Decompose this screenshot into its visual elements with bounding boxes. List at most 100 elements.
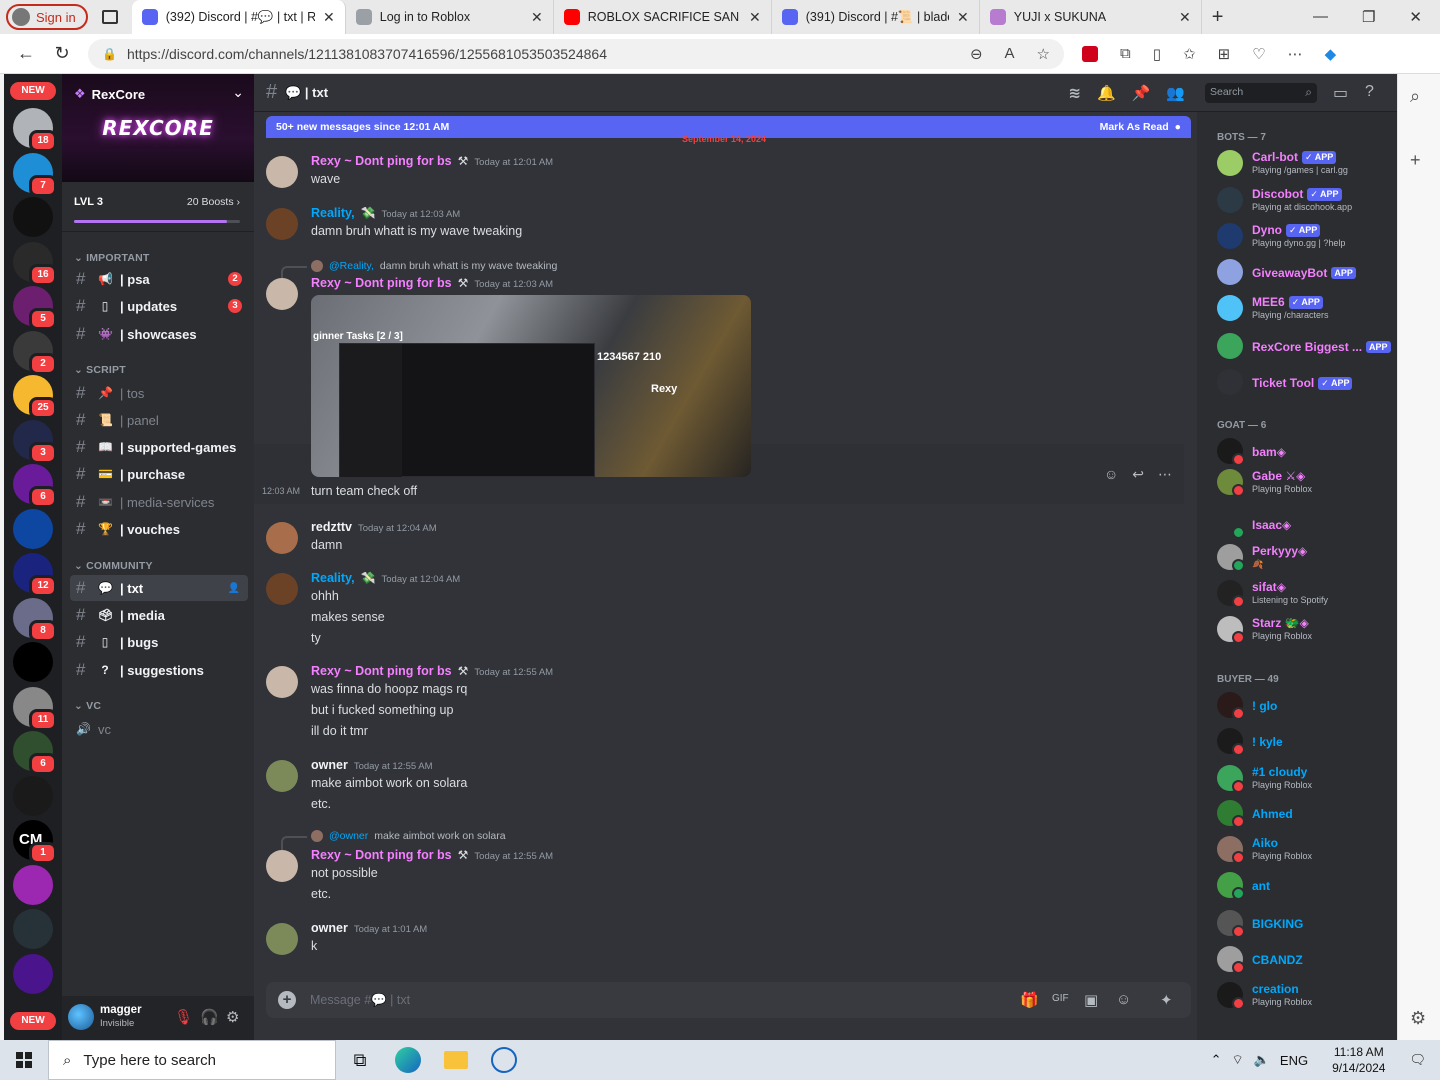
new-unreads-pill-bottom[interactable]: NEW [10,1012,56,1030]
member-item[interactable]: ant [1217,868,1397,904]
channel-purchase[interactable]: # 💳 | purchase [70,461,248,487]
user-avatar[interactable] [266,573,298,605]
server-icon[interactable] [13,197,53,237]
sign-in-button[interactable]: Sign in [6,4,88,30]
member-list-icon[interactable]: 👥 [1166,84,1185,102]
channel-vc[interactable]: 🔊 vc [70,716,248,742]
image-attachment[interactable]: ginner Tasks [2 / 3] 1234567 210 Rexy [311,295,751,477]
user-avatar[interactable] [266,156,298,188]
boost-progress[interactable]: LVL 3 20 Boosts › [62,182,254,232]
message-author[interactable]: Rexy ~ Dont ping for bs [311,276,452,290]
browser-tab[interactable]: (391) Discord | #📜 | blade-b ✕ [772,0,980,34]
server-icon[interactable]: 2 [13,330,57,375]
settings-gear-icon[interactable]: ⚙ [226,1008,239,1026]
edge-taskbar-icon[interactable] [384,1040,432,1080]
close-tab-icon[interactable]: ✕ [323,9,335,26]
member-item[interactable]: ! glo [1217,688,1397,724]
server-icon[interactable]: 8 [13,597,57,642]
user-avatar[interactable] [266,208,298,240]
minimize-icon[interactable]: — [1313,8,1328,26]
user-name[interactable]: magger [100,1004,142,1016]
server-icon[interactable]: 3 [13,419,57,464]
message-author[interactable]: owner [311,921,348,935]
message-composer[interactable]: + Message #💬 | txt 🎁 GIF ▣ ☺ ✦ [266,982,1191,1018]
read-aloud-icon[interactable]: A [1005,45,1015,63]
channel-tos[interactable]: # 📌 | tos [70,380,248,406]
member-item[interactable]: Dyno ✓ APP Playing dyno.gg | ?help [1217,219,1397,255]
message-author[interactable]: Reality, [311,206,355,220]
message-author[interactable]: owner [311,758,348,772]
server-icon[interactable]: 11 [13,686,57,731]
back-icon[interactable]: ← [8,43,44,64]
member-item[interactable]: Ticket Tool ✓ APP [1217,365,1397,401]
user-avatar[interactable] [266,666,298,698]
message-author[interactable]: Rexy ~ Dont ping for bs [311,848,452,862]
url-field[interactable]: 🔒 https://discord.com/channels/121138108… [88,38,1064,69]
user-avatar[interactable] [266,923,298,955]
member-item[interactable]: Discobot ✓ APP Playing at discohook.app [1217,183,1397,219]
channel-showcases[interactable]: # 👾 | showcases [70,321,248,347]
member-item[interactable]: CBANDZ [1217,942,1397,978]
add-sidebar-icon[interactable]: + [1410,150,1421,171]
performance-icon[interactable]: ♡ [1252,45,1265,63]
member-item[interactable]: sifat◈ Listening to Spotify [1217,576,1397,612]
member-item[interactable]: #1 cloudy Playing Roblox [1217,761,1397,797]
member-item[interactable]: MEE6 ✓ APP Playing /characters [1217,291,1397,327]
close-tab-icon[interactable]: ✕ [1179,9,1191,26]
restore-icon[interactable]: ❐ [1362,8,1375,26]
message-author[interactable]: Reality, [311,571,355,585]
close-tab-icon[interactable]: ✕ [957,9,969,26]
volume-icon[interactable]: 🔈 [1254,1052,1270,1068]
sidebar-settings-icon[interactable]: ⚙ [1410,1008,1426,1029]
reply-icon[interactable]: ↩ [1132,466,1144,483]
member-item[interactable]: Perkyyy◈ 🍂 [1217,540,1397,576]
extensions-puzzle-icon[interactable]: ⧉ [1120,45,1131,62]
category-header[interactable]: ⌄ SCRIPT [74,364,126,376]
inbox-icon[interactable]: ▭ [1333,83,1348,103]
member-item[interactable]: Gabe ⚔◈ Playing Roblox [1217,465,1397,501]
emoji-icon[interactable]: ☺ [1116,991,1131,1008]
zoom-icon[interactable]: ⊖ [970,45,983,63]
app-taskbar-icon[interactable] [480,1040,528,1080]
language-icon[interactable]: ENG [1280,1053,1308,1068]
search-icon[interactable]: ⌕ [1410,86,1420,107]
category-header[interactable]: ⌄ COMMUNITY [74,560,153,572]
member-item[interactable]: Ahmed [1217,796,1397,832]
browser-tab[interactable]: (392) Discord | #💬 | txt | RexC ✕ [131,0,346,34]
chevron-up-icon[interactable]: ⌃ [1211,1052,1222,1068]
help-icon[interactable]: ? [1365,83,1374,101]
tab-actions-icon[interactable] [101,10,118,24]
server-icon[interactable]: 18 [13,108,57,152]
notifications-icon[interactable]: 🗨 [1409,1052,1426,1068]
message-author[interactable]: Rexy ~ Dont ping for bs [311,154,452,168]
mute-mic-icon[interactable]: 🎙 [174,1008,193,1026]
gift-icon[interactable]: 🎁 [1020,991,1039,1009]
user-avatar[interactable] [266,278,298,310]
member-item[interactable]: GiveawayBot APP [1217,255,1397,291]
pinned-messages-icon[interactable]: 📌 [1132,84,1151,102]
channel-updates[interactable]: # ▯ | updates 3 [70,293,248,319]
apps-icon[interactable]: ✦ [1160,991,1173,1009]
member-item[interactable]: Starz 🐲◈ Playing Roblox [1217,612,1397,648]
task-view-icon[interactable]: ⧉ [336,1040,384,1080]
message-author[interactable]: redzttv [311,520,352,534]
channel-media-services[interactable]: # 📼 | media-services [70,489,248,515]
close-window-icon[interactable]: ✕ [1409,8,1422,26]
user-avatar[interactable] [266,522,298,554]
taskbar-search[interactable]: ⌕ Type here to search [48,1040,336,1080]
gif-icon[interactable]: GIF [1052,993,1069,1004]
member-item[interactable]: Carl-bot ✓ APP Playing /games | carl.gg [1217,146,1397,182]
channel-txt[interactable]: # 💬 | txt 👤 [70,575,248,601]
collections-icon[interactable]: ⊞ [1218,45,1231,63]
user-avatar[interactable] [266,850,298,882]
server-icon[interactable] [13,508,53,549]
extension-icon[interactable] [1082,45,1098,62]
new-unreads-pill-top[interactable]: NEW [10,82,56,100]
server-icon[interactable]: 6 [13,464,57,508]
reply-preview[interactable]: @owner make aimbot work on solara [281,830,506,850]
message-author[interactable]: Rexy ~ Dont ping for bs [311,664,452,678]
search-input[interactable]: Search ⌕ [1205,83,1317,103]
add-reaction-icon[interactable]: ☺ [1104,466,1118,483]
more-options-icon[interactable]: ⋯ [1158,466,1172,483]
user-avatar[interactable] [68,1004,94,1030]
